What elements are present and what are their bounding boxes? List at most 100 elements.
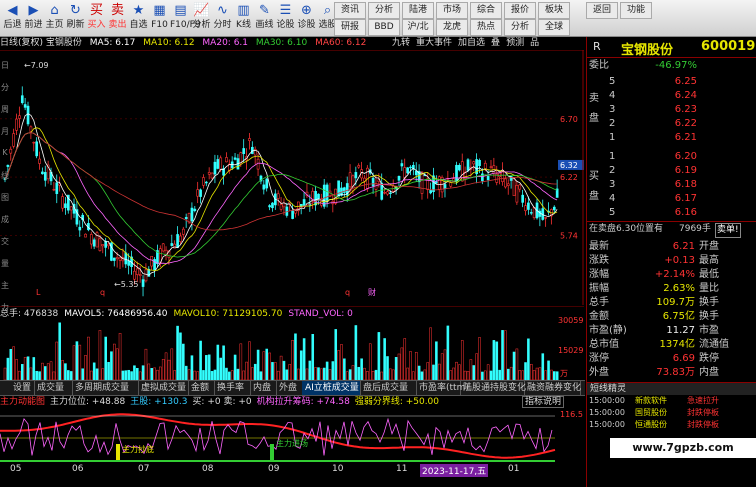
- volume-bar: [253, 363, 257, 380]
- tab-6[interactable]: 内盘: [250, 381, 277, 395]
- tab-4[interactable]: 金额: [188, 381, 215, 395]
- toolbar-button-6[interactable]: ★ 自选: [128, 2, 149, 34]
- tab-2[interactable]: 多周期成交量: [72, 381, 139, 395]
- quick-link-bottom-2[interactable]: 沪/北: [402, 19, 434, 36]
- candle-body: [515, 185, 519, 203]
- quick-link-bottom-1[interactable]: BBD: [368, 19, 400, 36]
- order-alert-tag[interactable]: 卖单!: [715, 223, 741, 238]
- left-side-tab-9[interactable]: 量: [0, 258, 10, 269]
- volume-bar: [207, 354, 211, 380]
- toolbar-button-11[interactable]: ▥ K线: [233, 2, 254, 34]
- toolbar-label-1: 前进: [24, 20, 43, 30]
- header-link-4[interactable]: 预测: [506, 38, 524, 48]
- left-side-tab-7[interactable]: 成: [0, 214, 10, 225]
- quick-link-top-2[interactable]: 陆港: [402, 2, 434, 19]
- indicator-chart[interactable]: 116.5 主力抄底 主力进场: [0, 408, 584, 464]
- left-side-tab-4[interactable]: K: [0, 148, 10, 157]
- toolbar-button-3[interactable]: ↻ 刷新: [65, 2, 86, 34]
- quick-link-bottom-5[interactable]: 分析: [504, 19, 536, 36]
- header-link-5[interactable]: 品: [530, 38, 539, 48]
- sell-level-2[interactable]: 2 6.22: [587, 117, 756, 130]
- news-item-1[interactable]: 15:00:00 国贸股份 封跌停板: [587, 407, 756, 419]
- tab-3[interactable]: 虚拟成交量: [138, 381, 189, 395]
- candlestick-chart[interactable]: 6.70 6.22 5.74 6.32 ←7.09 ←5.35 L q q 财: [0, 50, 584, 305]
- left-side-tab-5[interactable]: 线: [0, 170, 10, 181]
- sell-level-1[interactable]: 1 6.21: [587, 131, 756, 144]
- header-link-2[interactable]: 加自选: [458, 38, 485, 48]
- far-right-button-1[interactable]: 功能: [620, 2, 652, 19]
- toolbar-button-2[interactable]: ⌂ 主页: [44, 2, 65, 34]
- quick-link-bottom-4[interactable]: 热点: [470, 19, 502, 36]
- indicator-help-button[interactable]: 指标说明: [522, 396, 565, 408]
- tab-8[interactable]: AI立桩成交量: [302, 381, 361, 395]
- toolbar-button-12[interactable]: ✎ 画线: [254, 2, 275, 34]
- left-side-tab-1[interactable]: 分: [0, 82, 10, 93]
- quick-link-bottom-3[interactable]: 龙虎: [436, 19, 468, 36]
- event-marker-1[interactable]: q: [100, 288, 105, 297]
- buy-level-num: 4: [609, 193, 616, 204]
- left-side-tab-6[interactable]: 图: [0, 192, 10, 203]
- tab-1[interactable]: 成交量: [34, 381, 73, 395]
- sell-level-4[interactable]: 4 6.24: [587, 89, 756, 102]
- quick-link-bottom-0[interactable]: 研报: [334, 19, 366, 36]
- far-right-button-0[interactable]: 返回: [586, 2, 618, 19]
- sell-level-num: 5: [609, 76, 616, 87]
- news-item-2[interactable]: 15:00:00 恒通股份 封跌停板: [587, 419, 756, 431]
- toolbar-button-8[interactable]: ▤ F10/F9: [170, 2, 201, 34]
- volume-bar: [455, 361, 458, 380]
- toolbar-icon-5: 卖: [110, 3, 124, 18]
- news-item-0[interactable]: 15:00:00 新款软件 急速拉升: [587, 395, 756, 407]
- toolbar-button-10[interactable]: ∿ 分时: [212, 2, 233, 34]
- quick-link-top-0[interactable]: 资讯: [334, 2, 366, 19]
- quick-link-top-4[interactable]: 综合: [470, 2, 502, 19]
- quick-link-top-5[interactable]: 报价: [504, 2, 536, 19]
- left-side-tab-3[interactable]: 月: [0, 126, 10, 137]
- volume-bar: [501, 330, 504, 380]
- tab-10[interactable]: 市盈率(ttm): [416, 381, 469, 395]
- volume-bar: [308, 360, 312, 380]
- toolbar-button-7[interactable]: ▦ F10: [149, 2, 170, 34]
- tab-9[interactable]: 盘后成交量: [360, 381, 417, 395]
- quick-link-top-1[interactable]: 分析: [368, 2, 400, 19]
- date-tick-5: 10: [332, 464, 344, 474]
- volume-bar: [52, 371, 56, 380]
- event-marker-0[interactable]: L: [36, 288, 41, 297]
- buy-level-5[interactable]: 5 6.16: [587, 206, 756, 219]
- candle-body: [225, 157, 228, 163]
- sell-level-5[interactable]: 5 6.25: [587, 75, 756, 88]
- sell-level-3[interactable]: 3 6.23: [587, 103, 756, 116]
- event-marker-3[interactable]: 财: [368, 287, 376, 297]
- toolbar-button-4[interactable]: 买买入: [86, 2, 107, 34]
- buy-level-4[interactable]: 4 6.17: [587, 192, 756, 205]
- volume-bar: [167, 359, 171, 380]
- toolbar-button-13[interactable]: ☰ 论股: [275, 2, 296, 34]
- stat-value: 1374亿: [659, 339, 695, 350]
- tab-12[interactable]: 融资融券变化: [524, 381, 581, 395]
- buy-level-3[interactable]: 3 6.18: [587, 178, 756, 191]
- left-side-tab-11[interactable]: 力: [0, 302, 10, 313]
- left-side-tab-8[interactable]: 交: [0, 236, 10, 247]
- tab-7[interactable]: 外盘: [276, 381, 303, 395]
- toolbar-button-1[interactable]: ▶ 前进: [23, 2, 44, 34]
- toolbar-button-14[interactable]: ⊕ 诊股: [296, 2, 317, 34]
- quick-link-top-3[interactable]: 市场: [436, 2, 468, 19]
- header-link-3[interactable]: 叠: [491, 38, 500, 48]
- quick-link-bottom-6[interactable]: 全球: [538, 19, 570, 36]
- buy-level-2[interactable]: 2 6.19: [587, 164, 756, 177]
- buy-level-1[interactable]: 1 6.20: [587, 150, 756, 163]
- header-link-0[interactable]: 九转: [392, 38, 410, 48]
- toolbar-icon-0: ◀: [7, 3, 18, 18]
- left-side-tab-0[interactable]: 日: [0, 60, 10, 71]
- toolbar-button-9[interactable]: 📈 分析: [191, 2, 212, 34]
- quick-link-top-6[interactable]: 板块: [538, 2, 570, 19]
- header-link-1[interactable]: 重大事件: [416, 38, 452, 48]
- left-side-tab-10[interactable]: 主: [0, 280, 10, 291]
- tab-5[interactable]: 换手率: [214, 381, 251, 395]
- tab-0[interactable]: 设置: [10, 381, 35, 395]
- toolbar-button-5[interactable]: 卖卖出: [107, 2, 128, 34]
- toolbar-button-0[interactable]: ◀ 后退: [2, 2, 23, 34]
- volume-bar: [81, 368, 84, 380]
- left-side-tab-2[interactable]: 周: [0, 104, 10, 115]
- tab-11[interactable]: 陆股通持股变化: [460, 381, 526, 395]
- event-marker-2[interactable]: q: [345, 288, 350, 297]
